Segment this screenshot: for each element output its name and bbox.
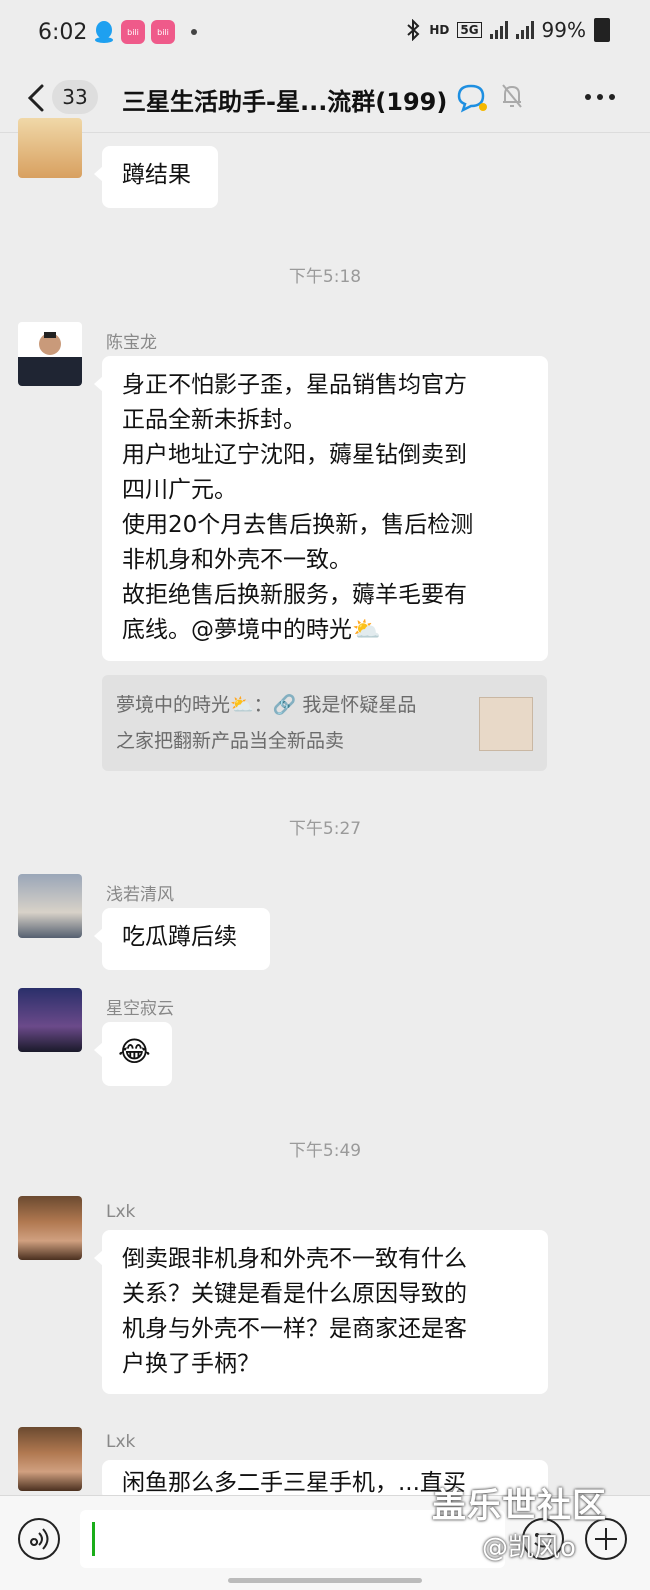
sender-name: Lxk [106, 1202, 136, 1222]
sender-name: 陈宝龙 [106, 333, 157, 353]
sender-name: 浅若清风 [106, 885, 174, 905]
avatar[interactable] [18, 1196, 82, 1260]
chat-title[interactable]: 三星生活助手-星...流群(199) [122, 82, 447, 117]
timestamp: 下午5:18 [288, 267, 362, 287]
quote-line: 夢境中的時光⛅：🔗 我是怀疑星品 [116, 694, 417, 716]
timestamp: 下午5:49 [288, 1141, 362, 1161]
watermark-author: @凯风o [482, 1533, 576, 1563]
message-line: 非机身和外壳不一致。 [122, 547, 352, 573]
home-indicator[interactable] [228, 1578, 422, 1583]
bilibili-icon: bili [151, 20, 175, 44]
network-type: 5G [457, 22, 482, 38]
bluetooth-icon [407, 19, 420, 41]
message-bubble[interactable]: 倒卖跟非机身和外壳不一致有什么 关系？关键是看是什么原因导致的 机身与外壳不一样… [94, 1230, 548, 1394]
sender-name: Lxk [106, 1432, 136, 1452]
quote-line: 之家把翻新产品当全新品卖 [116, 730, 345, 752]
status-bar: 6:02 bili bili HD 5G 99% [0, 0, 650, 68]
message-line: 用户地址辽宁沈阳，薅星钻倒卖到 [122, 442, 467, 468]
notification-icons: bili bili [93, 20, 197, 44]
unread-count-badge[interactable]: 33 [52, 80, 98, 114]
message-line: 底线。@夢境中的時光⛅ [122, 617, 381, 643]
battery-icon [594, 18, 610, 42]
mute-bell-icon[interactable] [500, 82, 524, 110]
quoted-message[interactable]: 夢境中的時光⛅：🔗 我是怀疑星品 之家把翻新产品当全新品卖 [102, 675, 547, 771]
quote-thumbnail[interactable] [479, 697, 533, 751]
avatar[interactable] [18, 988, 82, 1052]
signal-icon [489, 21, 508, 39]
text-caret [92, 1522, 95, 1556]
watermark: 盖乐世社区 [432, 1486, 607, 1526]
message-line: 户换了手柄？ [122, 1351, 260, 1377]
message-bubble[interactable]: 身正不怕影子歪，星品销售均官方 正品全新未拆封。 用户地址辽宁沈阳，薅星钻倒卖到… [94, 356, 548, 661]
message-line: 倒卖跟非机身和外壳不一致有什么 [122, 1246, 467, 1272]
battery-percent: 99% [541, 18, 586, 42]
message-line: 故拒绝售后换新服务，薅羊毛要有 [122, 582, 467, 608]
message-bubble[interactable]: 蹲结果 [94, 146, 218, 208]
timestamp: 下午5:27 [288, 819, 362, 839]
system-icons: HD 5G 99% [405, 18, 610, 42]
signal-icon [515, 21, 534, 39]
group-chat-icon[interactable] [455, 82, 489, 114]
avatar[interactable] [18, 118, 82, 178]
message-line: 关系？关键是看是什么原因导致的 [122, 1281, 467, 1307]
clock: 6:02 [38, 20, 88, 45]
avatar[interactable] [18, 874, 82, 938]
message-line: 正品全新未拆封。 [122, 407, 306, 433]
chat-header: 33 三星生活助手-星...流群(199) [0, 68, 650, 133]
hd-indicator: HD [429, 23, 450, 37]
sender-name: 星空寂云 [106, 999, 174, 1019]
message-line: 身正不怕影子歪，星品销售均官方 [122, 372, 467, 398]
more-options-icon[interactable] [585, 94, 615, 100]
voice-input-icon[interactable] [18, 1518, 60, 1560]
message-line: 四川广元。 [122, 477, 237, 503]
message-line: 机身与外壳不一样？是商家还是客 [122, 1316, 467, 1342]
message-line: 使用20个月去售后换新，售后检测 [122, 512, 474, 538]
qq-icon [95, 21, 113, 43]
message-bubble[interactable]: 吃瓜蹲后续 [94, 908, 270, 970]
more-notifications-dot [191, 29, 197, 35]
avatar[interactable] [18, 1427, 82, 1491]
back-arrow-icon[interactable] [22, 82, 52, 114]
emoji-message[interactable]: 😂 [94, 1022, 172, 1086]
avatar[interactable] [18, 322, 82, 386]
bilibili-icon: bili [121, 20, 145, 44]
